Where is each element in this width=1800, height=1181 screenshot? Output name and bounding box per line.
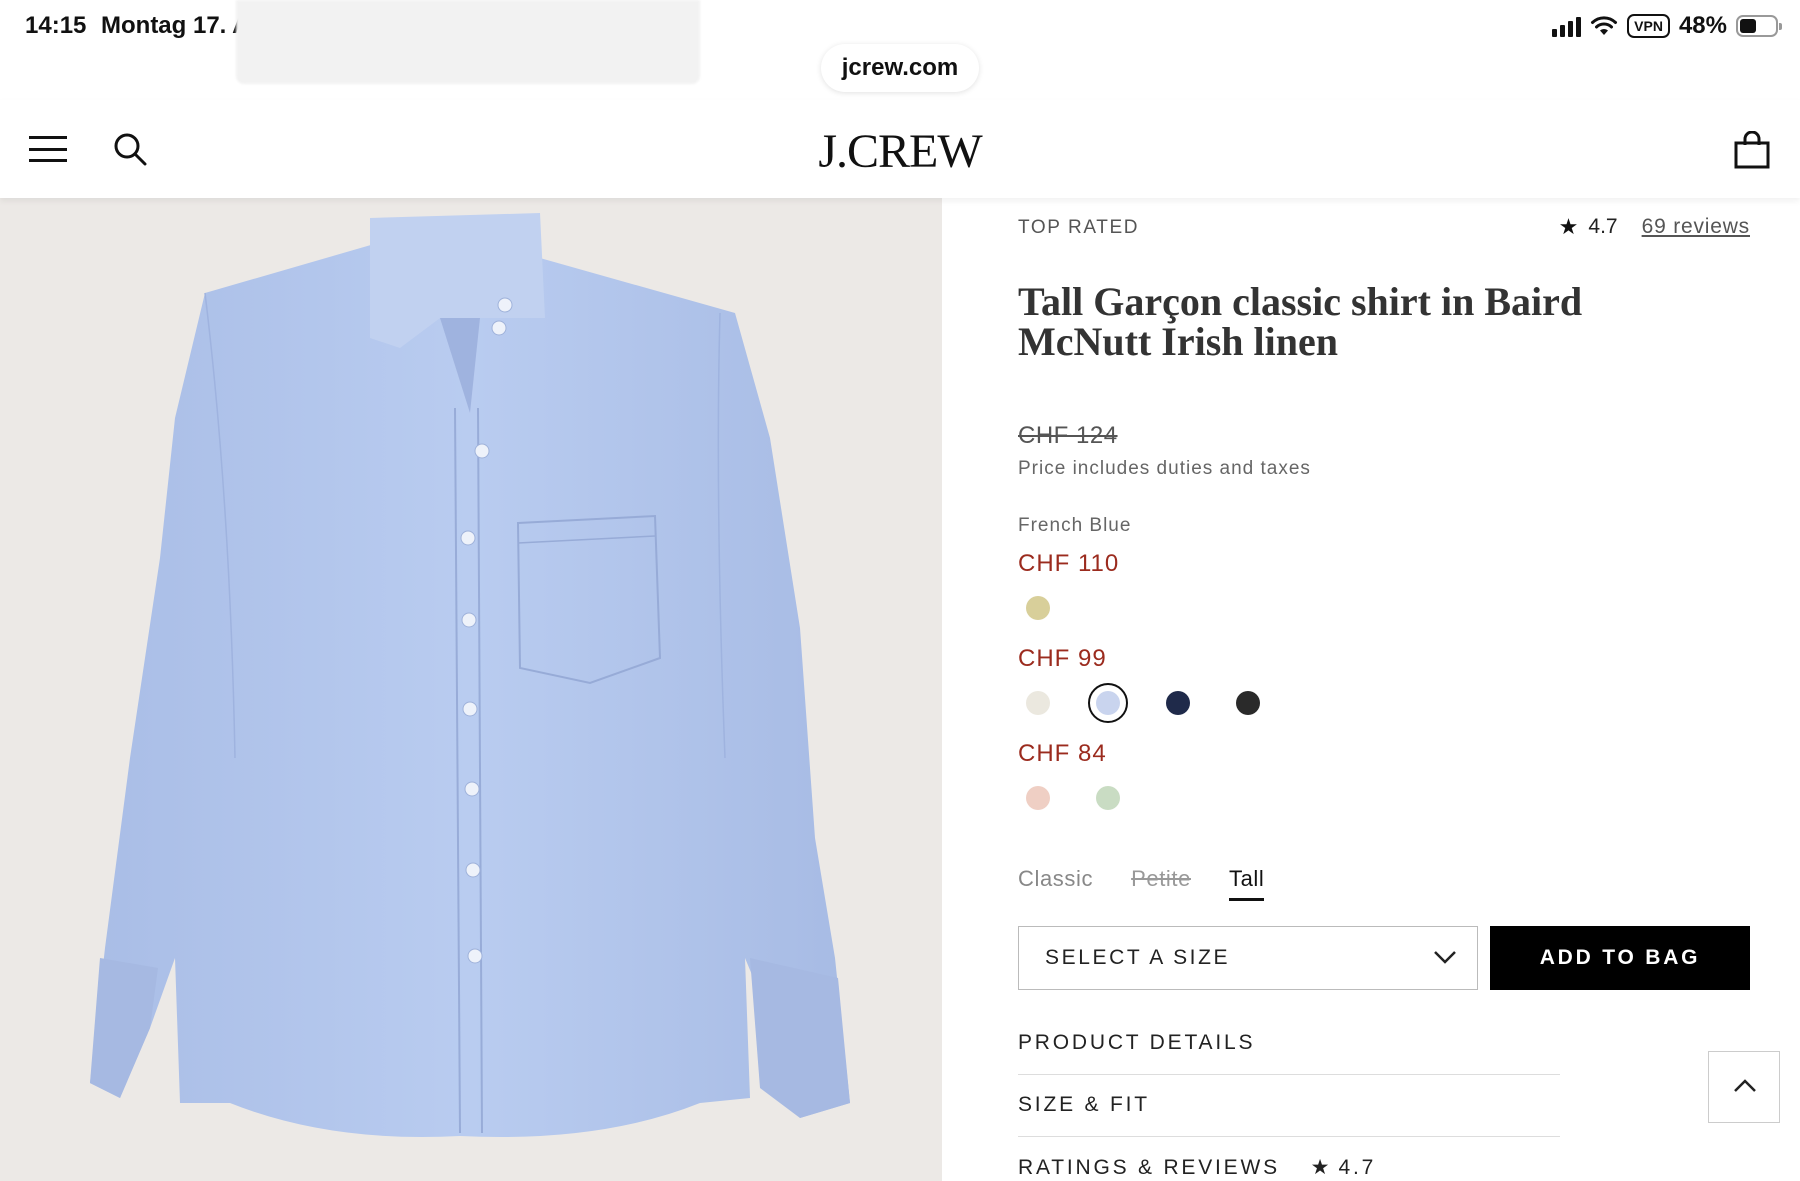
color-swatch[interactable] [1018,683,1058,723]
price-group: CHF 99 [1018,645,1260,723]
wifi-icon [1591,16,1618,35]
accordion-product-details[interactable]: PRODUCT DETAILS [1018,1013,1560,1075]
tab-classic[interactable]: Classic [1018,866,1093,901]
status-time: 14:15 [25,12,87,39]
star-icon: ★ [1558,214,1579,239]
rating-value: 4.7 [1588,215,1618,238]
top-rated-badge: TOP RATED [1018,217,1140,238]
blurred-tab-preview [236,0,700,84]
product-image[interactable] [0,198,942,1181]
rating-summary: ★ 4.7 69 reviews [1559,214,1750,240]
sale-price: CHF 99 [1018,645,1107,672]
battery-percentage: 48% [1678,12,1727,39]
shopping-bag-icon[interactable] [1734,131,1770,169]
color-swatch-dot [1166,691,1190,715]
accordion-ratings-reviews[interactable]: RATINGS & REVIEWS ★ 4.7 [1018,1137,1560,1181]
vpn-badge: VPN [1627,14,1670,38]
star-icon: ★ [1310,1156,1330,1179]
color-swatch[interactable] [1088,683,1128,723]
color-swatch[interactable] [1158,683,1198,723]
sale-price: CHF 110 [1018,550,1120,577]
color-swatch[interactable] [1018,778,1058,818]
accordion-label: SIZE & FIT [1018,1093,1150,1116]
price-group: CHF 84 [1018,740,1120,818]
color-swatch[interactable] [1088,778,1128,818]
color-swatch-dot [1026,596,1050,620]
battery-icon [1736,15,1782,37]
color-swatch-dot [1026,691,1050,715]
status-bar: 14:15 Montag 17. Aug. jcrew.com VPN 48% [0,0,1800,100]
selected-color-name: French Blue [1018,515,1132,536]
original-price: CHF 124 [1018,422,1118,449]
accordion-rating-value: 4.7 [1338,1156,1377,1179]
size-select-dropdown[interactable]: SELECT A SIZE [1018,926,1478,990]
sale-price: CHF 84 [1018,740,1107,767]
tab-petite[interactable]: Petite [1131,866,1191,901]
color-swatches [1018,588,1119,628]
color-swatch[interactable] [1228,683,1268,723]
fit-tabs: Classic Petite Tall [1018,866,1302,901]
color-swatch-dot [1236,691,1260,715]
jcrew-logo[interactable]: J.CREW [0,124,1800,179]
product-title: Tall Garçon classic shirt in Baird McNut… [1018,279,1583,364]
chevron-down-icon [1434,951,1456,964]
tab-tall[interactable]: Tall [1228,866,1265,901]
accordion-label: PRODUCT DETAILS [1018,1031,1256,1054]
product-accordion: PRODUCT DETAILS SIZE & FIT RATINGS & REV… [1018,1013,1560,1181]
add-to-bag-button[interactable]: ADD TO BAG [1490,926,1750,990]
reviews-link[interactable]: 69 reviews [1642,215,1750,239]
color-swatch[interactable] [1018,588,1058,628]
color-swatches [1018,778,1120,818]
accordion-size-fit[interactable]: SIZE & FIT [1018,1075,1560,1137]
color-swatch-dot [1096,691,1120,715]
color-swatches [1018,683,1260,723]
accordion-label: RATINGS & REVIEWS [1018,1156,1280,1179]
cellular-signal-icon [1552,15,1582,37]
status-indicators: VPN 48% [1552,10,1782,42]
site-header: J.CREW [0,100,1800,198]
color-swatch-dot [1026,786,1050,810]
shirt-illustration [90,213,850,1138]
url-bar[interactable]: jcrew.com [821,44,979,92]
back-to-top-button[interactable] [1708,1051,1780,1123]
price-note: Price includes duties and taxes [1018,458,1311,479]
price-group: CHF 110 [1018,550,1119,628]
chevron-up-icon [1734,1079,1756,1092]
color-swatch-dot [1096,786,1120,810]
size-select-label: SELECT A SIZE [1045,946,1231,969]
